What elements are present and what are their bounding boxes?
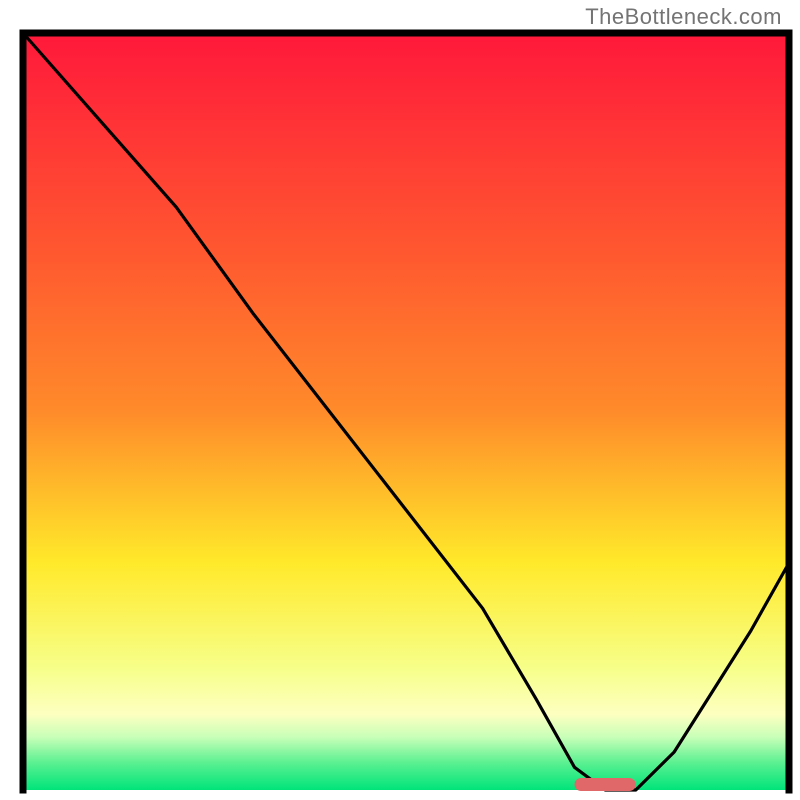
chart-container: TheBottleneck.com (0, 0, 800, 800)
optimal-range-marker (575, 778, 636, 791)
chart-svg (0, 0, 800, 800)
watermark-text: TheBottleneck.com (585, 4, 782, 30)
plot-background (23, 33, 789, 790)
